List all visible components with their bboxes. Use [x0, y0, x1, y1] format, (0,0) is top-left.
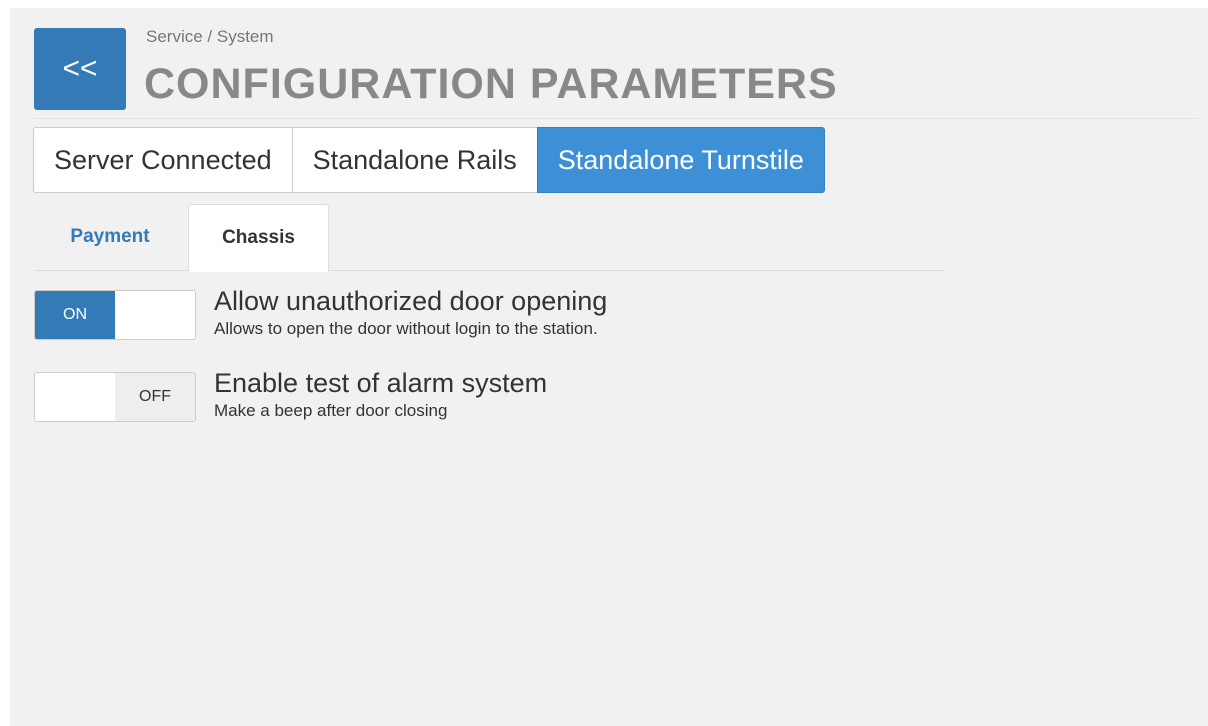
setting-title: Allow unauthorized door opening [214, 286, 608, 316]
toggle-handle [35, 373, 115, 421]
toggle-off-label: OFF [115, 373, 195, 421]
setting-description: Make a beep after door closing [214, 401, 448, 420]
mode-standalone-turnstile-button[interactable]: Standalone Turnstile [536, 127, 825, 193]
unauthorized-door-toggle[interactable]: ON [34, 290, 196, 340]
alarm-test-toggle[interactable]: OFF [34, 372, 196, 422]
setting-title: Enable test of alarm system [214, 368, 548, 398]
setting-description: Allows to open the door without login to… [214, 319, 598, 338]
mode-server-connected-button[interactable]: Server Connected [33, 127, 293, 193]
mode-standalone-rails-button[interactable]: Standalone Rails [291, 127, 538, 193]
toggle-handle [115, 291, 195, 339]
setting-alarm-test: OFF Enable test of alarm system Make a b… [34, 368, 547, 422]
subtab-bar: Payment Chassis [34, 204, 943, 272]
mode-button-group: Server Connected Standalone Rails Standa… [33, 127, 825, 193]
header-divider [34, 118, 1198, 119]
breadcrumb: Service / System [146, 27, 274, 46]
page-title: CONFIGURATION PARAMETERS [144, 60, 838, 108]
page-container: << Service / System CONFIGURATION PARAME… [10, 8, 1208, 726]
setting-unauthorized-door: ON Allow unauthorized door opening Allow… [34, 286, 607, 340]
double-chevron-left-icon: << [62, 52, 98, 85]
tab-payment[interactable]: Payment [34, 204, 186, 270]
back-button[interactable]: << [34, 28, 126, 110]
toggle-on-label: ON [35, 291, 115, 339]
tab-chassis[interactable]: Chassis [188, 204, 329, 272]
